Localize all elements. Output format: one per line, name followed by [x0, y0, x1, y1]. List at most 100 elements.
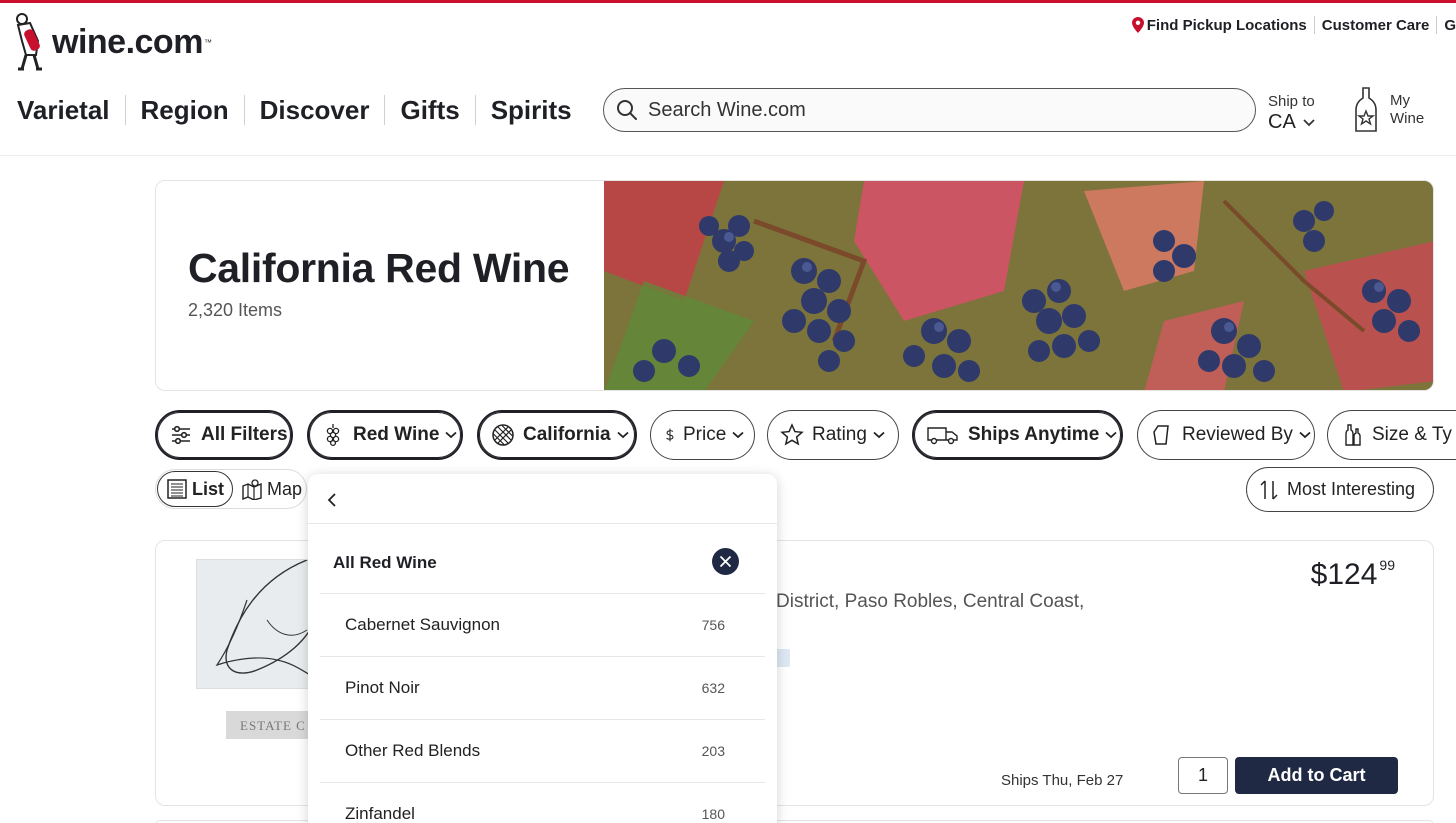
ship-to-label: Ship to — [1268, 93, 1315, 110]
star-icon — [780, 423, 804, 446]
product-tag — [776, 649, 790, 667]
utility-divider — [1313, 16, 1315, 34]
product-price: $124 99 — [1311, 557, 1395, 592]
my-wine-link[interactable]: My Wine — [1352, 86, 1430, 134]
location-pin-icon — [1131, 17, 1144, 33]
logo-mascot-icon — [16, 13, 42, 71]
filter-price-label: Price — [683, 424, 727, 445]
chevron-down-icon — [445, 431, 457, 439]
sort-arrows-icon — [1260, 479, 1278, 500]
search-input[interactable] — [648, 98, 1228, 122]
varietal-count: 203 — [701, 743, 725, 759]
filter-ships-anytime[interactable]: Ships Anytime — [912, 410, 1123, 460]
price-dollars: $124 — [1310, 558, 1378, 591]
truck-icon — [927, 427, 958, 445]
varietal-option-other-red-blends[interactable]: Other Red Blends 203 — [320, 719, 765, 782]
back-chevron-icon[interactable] — [324, 489, 340, 511]
varietal-option-zinfandel[interactable]: Zinfandel 180 — [320, 782, 765, 823]
sort-label: Most Interesting — [1287, 479, 1416, 499]
chevron-down-icon — [1105, 431, 1117, 439]
filter-red-wine-label: Red Wine — [353, 424, 440, 445]
filter-red-wine[interactable]: Red Wine — [307, 410, 463, 460]
list-view-label: List — [192, 478, 225, 499]
nav-spirits[interactable]: Spirits — [476, 95, 587, 125]
price-cents: 99 — [1379, 557, 1395, 573]
header-divider — [0, 155, 1456, 156]
view-toggle: List Map — [155, 469, 307, 509]
product-region: District, Paso Robles, Central Coast, — [776, 591, 1085, 612]
find-pickup-link[interactable]: Find Pickup Locations — [1147, 17, 1307, 34]
main-nav: Varietal Region Discover Gifts Spirits — [17, 92, 587, 128]
logo[interactable]: wine.com ™ — [12, 10, 232, 74]
varietal-name: Zinfandel — [345, 804, 415, 823]
filter-rating-label: Rating — [812, 424, 867, 445]
nav-varietal[interactable]: Varietal — [17, 95, 126, 125]
list-icon — [167, 479, 187, 499]
ships-date: Ships Thu, Feb 27 — [1001, 772, 1124, 789]
grapes-icon — [326, 424, 340, 447]
clear-selection-button[interactable] — [712, 548, 739, 575]
varietal-option-cabernet-sauvignon[interactable]: Cabernet Sauvignon 756 — [320, 593, 765, 656]
varietal-count: 180 — [701, 806, 725, 822]
filter-ships-label: Ships Anytime — [968, 424, 1100, 445]
ship-to-value[interactable]: CA — [1268, 111, 1338, 134]
filter-price[interactable]: Price — [650, 410, 755, 460]
chevron-down-icon — [1299, 431, 1311, 439]
sliders-icon — [172, 425, 190, 445]
wine-bottle-star-icon — [1355, 87, 1377, 132]
all-filters-button[interactable]: All Filters — [155, 410, 293, 460]
ship-to-state: CA — [1268, 111, 1296, 133]
varietal-option-pinot-noir[interactable]: Pinot Noir 632 — [320, 656, 765, 719]
filter-reviewed-by[interactable]: Reviewed By — [1137, 410, 1315, 460]
customer-care-link[interactable]: Customer Care — [1322, 17, 1430, 34]
utility-divider — [1436, 16, 1438, 34]
varietal-count: 756 — [701, 617, 725, 633]
map-view-button[interactable]: Map — [233, 470, 310, 508]
search-bar[interactable] — [603, 88, 1256, 132]
top-accent-bar — [0, 0, 1456, 3]
logo-text: wine.com — [52, 22, 203, 61]
label-strip-text: ESTATE C — [226, 711, 316, 739]
category-hero: California Red Wine 2,320 Items — [155, 180, 1434, 391]
nav-region[interactable]: Region — [126, 95, 245, 125]
varietal-name: Cabernet Sauvignon — [345, 615, 501, 634]
globe-icon — [492, 424, 514, 446]
bottles-icon — [1345, 424, 1361, 446]
chevron-down-icon — [1303, 118, 1315, 126]
close-icon — [719, 555, 732, 568]
all-red-wine-option[interactable]: All Red Wine — [333, 553, 437, 573]
map-icon — [242, 479, 262, 500]
chevron-down-icon — [732, 431, 744, 439]
hero-grapes-image — [604, 181, 1433, 390]
filter-california[interactable]: California — [477, 410, 637, 460]
page-title: California Red Wine — [188, 245, 570, 291]
red-wine-dropdown: All Red Wine Cabernet Sauvignon 756 Pino… — [308, 474, 777, 823]
list-view-button[interactable]: List — [157, 471, 234, 507]
map-view-label: Map — [267, 478, 303, 499]
logo-tm: ™ — [203, 37, 212, 47]
filter-size-label: Size & Ty — [1372, 424, 1452, 445]
varietal-list: Cabernet Sauvignon 756 Pinot Noir 632 Ot… — [320, 593, 765, 823]
dollar-icon — [666, 428, 674, 442]
dropdown-divider — [308, 523, 777, 524]
all-filters-label: All Filters — [201, 424, 288, 445]
wine-label-image[interactable] — [196, 559, 316, 689]
utility-bar: Find Pickup Locations Customer Care G — [1131, 16, 1456, 34]
filter-reviewed-label: Reviewed By — [1182, 424, 1293, 445]
search-icon — [617, 100, 637, 120]
quantity-input[interactable] — [1178, 757, 1228, 794]
utility-link-cutoff[interactable]: G — [1444, 17, 1456, 34]
filter-rating[interactable]: Rating — [767, 410, 899, 460]
varietal-name: Other Red Blends — [345, 741, 481, 760]
ship-to-selector[interactable]: Ship to CA — [1268, 93, 1338, 134]
add-to-cart-button[interactable]: Add to Cart — [1235, 757, 1398, 794]
nav-gifts[interactable]: Gifts — [385, 95, 476, 125]
nav-discover[interactable]: Discover — [245, 95, 386, 125]
sort-dropdown[interactable]: Most Interesting — [1246, 467, 1434, 512]
filter-california-label: California — [523, 424, 611, 445]
filter-size-type[interactable]: Size & Ty — [1327, 410, 1456, 460]
chevron-down-icon — [617, 431, 629, 439]
varietal-name: Pinot Noir — [345, 678, 420, 697]
varietal-count: 632 — [701, 680, 725, 696]
chevron-down-icon — [873, 431, 885, 439]
